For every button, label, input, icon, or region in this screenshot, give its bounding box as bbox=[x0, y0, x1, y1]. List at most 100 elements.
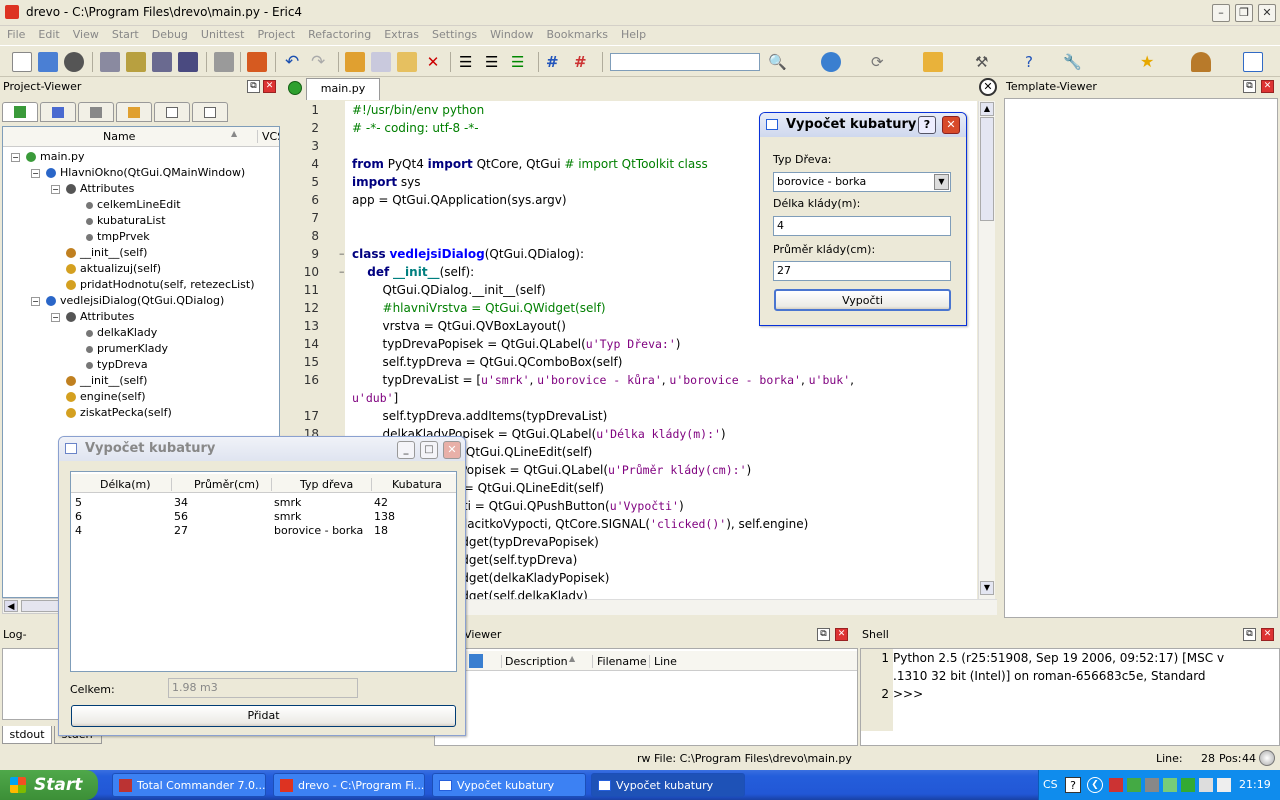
code-line[interactable]: def __init__(self): bbox=[352, 265, 474, 279]
unindent-icon[interactable]: ☰ bbox=[485, 52, 505, 72]
editor-vscroll[interactable]: ▲ ▼ bbox=[978, 101, 995, 599]
add-task-icon[interactable] bbox=[469, 654, 483, 668]
column-diameter[interactable]: Průměr(cm) bbox=[171, 478, 259, 491]
undock-icon[interactable]: ⧉ bbox=[817, 628, 830, 641]
tray-app-icon[interactable] bbox=[1127, 778, 1141, 792]
maximize-icon[interactable]: □ bbox=[420, 441, 438, 459]
table-row[interactable]: 6 56 smrk 138 bbox=[71, 510, 456, 524]
menu-start[interactable]: Start bbox=[105, 26, 145, 41]
tree-item[interactable]: −kubaturaList bbox=[71, 213, 166, 229]
search-input[interactable] bbox=[610, 53, 760, 71]
menu-debug[interactable]: Debug bbox=[145, 26, 194, 41]
redo-icon[interactable]: ↷ bbox=[311, 52, 331, 72]
code-line[interactable]: self.typDreva.addItems(typDrevaList) bbox=[352, 409, 608, 423]
code-line[interactable]: import sys bbox=[352, 175, 421, 189]
language-indicator[interactable]: CS bbox=[1043, 778, 1058, 791]
plugin-icon[interactable] bbox=[1191, 52, 1211, 72]
tree-item[interactable]: −aktualizuj(self) bbox=[51, 261, 161, 277]
restore-icon[interactable]: ❐ bbox=[1235, 4, 1253, 22]
expander-icon[interactable]: − bbox=[31, 168, 40, 178]
settings-icon[interactable] bbox=[923, 52, 943, 72]
tray-app-icon[interactable] bbox=[1199, 778, 1213, 792]
open-icon[interactable] bbox=[38, 52, 58, 72]
task-dialog-2[interactable]: Vypočet kubatury bbox=[591, 773, 745, 797]
tree-item[interactable]: − Attributes bbox=[51, 181, 134, 197]
tree-item[interactable]: −__init__(self) bbox=[51, 245, 147, 261]
pane-close-icon[interactable]: ✕ bbox=[1261, 628, 1274, 641]
indent-icon[interactable]: ☰ bbox=[459, 52, 479, 72]
table-row[interactable]: 5 34 smrk 42 bbox=[71, 496, 456, 510]
tools-icon[interactable]: ⚒ bbox=[975, 52, 995, 72]
tree-item[interactable]: −pridatHodnotu(self, retezecList) bbox=[51, 277, 255, 293]
code-line[interactable]: typDrevaPopisek = QtGui.QLabel(u'Typ Dře… bbox=[352, 337, 681, 351]
undo-icon[interactable]: ↶ bbox=[285, 52, 305, 72]
fold-marker-icon[interactable]: – bbox=[339, 247, 345, 260]
column-vcs[interactable]: VCS bbox=[257, 130, 279, 143]
task-eric[interactable]: drevo - C:\Program Fi... bbox=[273, 773, 425, 797]
scroll-thumb[interactable] bbox=[980, 117, 994, 221]
tree-item[interactable]: − Attributes bbox=[51, 309, 134, 325]
close-icon[interactable]: ✕ bbox=[1258, 4, 1276, 22]
task-dialog-1[interactable]: Vypočet kubatury bbox=[432, 773, 586, 797]
delete-icon[interactable]: ✕ bbox=[423, 52, 443, 72]
menu-help[interactable]: Help bbox=[614, 26, 652, 41]
tray-app-icon[interactable] bbox=[1181, 778, 1195, 792]
code-line[interactable]: typDrevaList = [u'smrk', u'borovice - ků… bbox=[352, 373, 854, 387]
undock-icon[interactable]: ⧉ bbox=[1243, 80, 1256, 93]
goto-icon[interactable] bbox=[821, 52, 841, 72]
save-icon[interactable] bbox=[100, 52, 120, 72]
paste-icon[interactable] bbox=[397, 52, 417, 72]
table-row[interactable]: 4 27 borovice - borka 18 bbox=[71, 524, 456, 538]
search-icon[interactable]: 🔍 bbox=[768, 52, 788, 72]
menu-view[interactable]: View bbox=[66, 26, 105, 41]
column-name[interactable]: Name bbox=[103, 130, 135, 143]
task-total-commander[interactable]: Total Commander 7.0... bbox=[112, 773, 266, 797]
save-all-icon[interactable] bbox=[178, 52, 198, 72]
comment-icon[interactable]: # bbox=[546, 52, 566, 72]
bookmark-icon[interactable]: ★ bbox=[1140, 52, 1160, 72]
chevron-down-icon[interactable]: ▼ bbox=[934, 174, 949, 190]
tree-item[interactable]: −ziskatPecka(self) bbox=[51, 405, 172, 421]
tree-item[interactable]: −tmpPrvek bbox=[71, 229, 150, 245]
add-button[interactable]: Přidat bbox=[71, 705, 456, 727]
menu-unittest[interactable]: Unittest bbox=[194, 26, 251, 41]
column-wood-type[interactable]: Typ dřeva bbox=[271, 478, 353, 491]
undock-icon[interactable]: ⧉ bbox=[1243, 628, 1256, 641]
smart-indent-icon[interactable]: ☰ bbox=[511, 52, 531, 72]
help-icon[interactable]: ? bbox=[1065, 777, 1081, 793]
code-line[interactable]: class vedlejsiDialog(QtGui.QDialog): bbox=[352, 247, 584, 261]
close-icon[interactable]: ✕ bbox=[942, 116, 960, 134]
code-line[interactable]: QtGui.QDialog.__init__(self) bbox=[352, 283, 546, 297]
menu-file[interactable]: File bbox=[0, 26, 31, 41]
fold-marker-icon[interactable]: – bbox=[339, 265, 345, 278]
tab-translations[interactable] bbox=[78, 102, 114, 122]
tree-item[interactable]: −typDreva bbox=[71, 357, 148, 373]
scroll-up-icon[interactable]: ▲ bbox=[980, 102, 994, 116]
wrench-icon[interactable]: 🔧 bbox=[1063, 52, 1083, 72]
column-volume[interactable]: Kubatura bbox=[371, 478, 442, 491]
close-editor-icon[interactable]: ✕ bbox=[979, 78, 997, 96]
tray-app-icon[interactable] bbox=[1109, 778, 1123, 792]
code-line[interactable]: # -*- coding: utf-8 -*- bbox=[352, 121, 479, 135]
menu-refactoring[interactable]: Refactoring bbox=[301, 26, 377, 41]
menu-project[interactable]: Project bbox=[250, 26, 301, 41]
code-line[interactable]: from PyQt4 import QtCore, QtGui # import… bbox=[352, 157, 708, 171]
tree-item[interactable]: −celkemLineEdit bbox=[71, 197, 181, 213]
scroll-down-icon[interactable]: ▼ bbox=[980, 581, 994, 595]
type-combobox[interactable]: borovice - borka ▼ bbox=[773, 172, 951, 192]
tray-app-icon[interactable] bbox=[1145, 778, 1159, 792]
tree-item[interactable]: − vedlejsiDialog(QtGui.QDialog) bbox=[31, 293, 224, 309]
expander-icon[interactable]: − bbox=[11, 152, 20, 162]
expander-icon[interactable]: − bbox=[51, 184, 60, 194]
code-line[interactable]: #hlavniVrstva = QtGui.QWidget(self) bbox=[352, 301, 606, 315]
code-line[interactable]: vrstva = QtGui.QVBoxLayout() bbox=[352, 319, 566, 333]
expander-icon[interactable]: − bbox=[51, 312, 60, 322]
whats-this-icon[interactable] bbox=[1243, 52, 1263, 72]
minimize-icon[interactable]: _ bbox=[397, 441, 415, 459]
exit-icon[interactable] bbox=[247, 52, 267, 72]
help-icon[interactable]: ? bbox=[918, 116, 936, 134]
tab-stdout[interactable]: stdout bbox=[2, 726, 52, 744]
start-button[interactable]: Start bbox=[0, 770, 98, 800]
compute-button[interactable]: Vypočti bbox=[774, 289, 951, 311]
close-icon[interactable]: ✕ bbox=[443, 441, 461, 459]
